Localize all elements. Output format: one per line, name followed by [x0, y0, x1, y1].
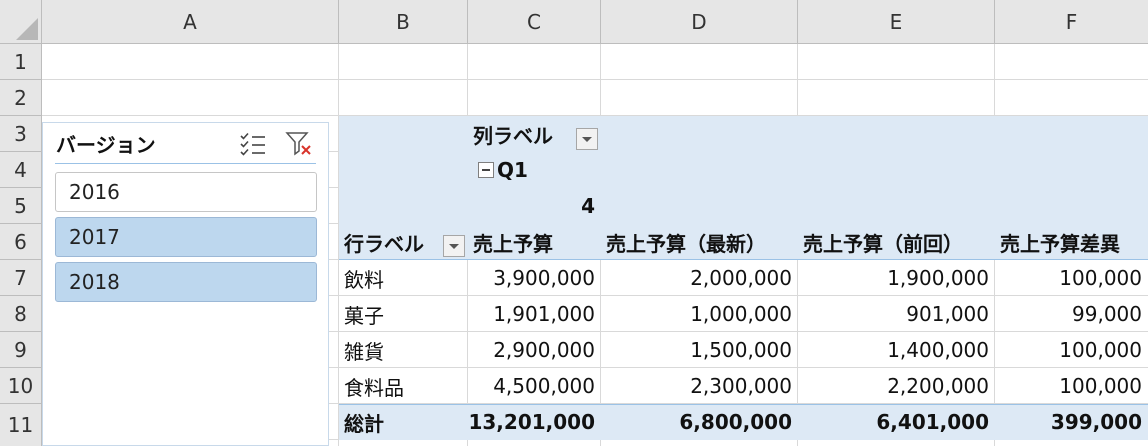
- row-header-4[interactable]: 4: [0, 152, 42, 188]
- row-label[interactable]: 雑貨: [339, 332, 468, 368]
- collapse-icon[interactable]: [478, 162, 494, 178]
- row-header-2[interactable]: 2: [0, 80, 42, 116]
- value-cell[interactable]: 2,900,000: [468, 332, 601, 368]
- grand-total-cell[interactable]: 13,201,000: [468, 404, 601, 440]
- column-header-a[interactable]: A: [42, 0, 339, 44]
- value-cell[interactable]: 2,200,000: [798, 368, 995, 404]
- clear-filter-icon[interactable]: [285, 131, 313, 157]
- slicer-title: バージョン: [56, 133, 156, 157]
- value-cell[interactable]: 100,000: [995, 368, 1148, 404]
- value-cell[interactable]: 901,000: [798, 296, 995, 332]
- value-cell[interactable]: 3,900,000: [468, 260, 601, 296]
- row-header-3[interactable]: 3: [0, 116, 42, 152]
- column-header-e[interactable]: E: [798, 0, 995, 44]
- value-cell[interactable]: 100,000: [995, 332, 1148, 368]
- grand-total-cell[interactable]: 6,800,000: [601, 404, 798, 440]
- row-header-9[interactable]: 9: [0, 332, 42, 368]
- value-cell[interactable]: 99,000: [995, 296, 1148, 332]
- month-label: 4: [581, 194, 595, 218]
- row-header-7[interactable]: 7: [0, 260, 42, 296]
- row-header-5[interactable]: 5: [0, 188, 42, 224]
- header-sales-budget-latest: 売上予算（最新）: [606, 231, 766, 256]
- chevron-down-icon: [449, 243, 459, 249]
- header-sales-budget: 売上予算: [473, 231, 553, 256]
- value-cell[interactable]: 1,900,000: [798, 260, 995, 296]
- row-header-1[interactable]: 1: [0, 44, 42, 80]
- version-slicer[interactable]: バージョン 2016 2017 2018: [42, 122, 329, 446]
- header-sales-budget-variance: 売上予算差異: [1000, 231, 1120, 256]
- grand-total-label[interactable]: 総計: [339, 404, 468, 440]
- value-cell[interactable]: 1,500,000: [601, 332, 798, 368]
- column-filter-dropdown-button[interactable]: [576, 128, 598, 150]
- grand-total-cell[interactable]: 6,401,000: [798, 404, 995, 440]
- row-label[interactable]: 飲料: [339, 260, 468, 296]
- column-header-c[interactable]: C: [468, 0, 601, 44]
- value-cell[interactable]: 1,901,000: [468, 296, 601, 332]
- row-header-8[interactable]: 8: [0, 296, 42, 332]
- row-header-11[interactable]: 11: [0, 404, 42, 446]
- value-cell[interactable]: 1,400,000: [798, 332, 995, 368]
- column-header-d[interactable]: D: [601, 0, 798, 44]
- column-header-f[interactable]: F: [995, 0, 1148, 44]
- row-label[interactable]: 菓子: [339, 296, 468, 332]
- chevron-down-icon: [582, 136, 592, 142]
- row-header-6[interactable]: 6: [0, 224, 42, 260]
- header-sales-budget-previous: 売上予算（前回）: [803, 231, 963, 256]
- select-all-corner[interactable]: [0, 0, 42, 44]
- row-label[interactable]: 食料品: [339, 368, 468, 404]
- column-header-b[interactable]: B: [339, 0, 468, 44]
- slicer-item-2018[interactable]: 2018: [55, 262, 317, 302]
- row-filter-dropdown-button[interactable]: [443, 235, 465, 257]
- value-cell[interactable]: 100,000: [995, 260, 1148, 296]
- spreadsheet-grid: A B C D E F 1 2 3 4 5 6 7 8 9 10 11 列ラベル…: [0, 0, 1148, 446]
- multi-select-icon[interactable]: [239, 131, 267, 157]
- quarter-label: Q1: [497, 158, 528, 182]
- slicer-item-2016[interactable]: 2016: [55, 172, 317, 212]
- value-cell[interactable]: 1,000,000: [601, 296, 798, 332]
- value-cell[interactable]: 2,300,000: [601, 368, 798, 404]
- value-cell[interactable]: 2,000,000: [601, 260, 798, 296]
- value-cell[interactable]: 4,500,000: [468, 368, 601, 404]
- slicer-item-2017[interactable]: 2017: [55, 217, 317, 257]
- grand-total-cell[interactable]: 399,000: [995, 404, 1148, 440]
- row-header-10[interactable]: 10: [0, 368, 42, 404]
